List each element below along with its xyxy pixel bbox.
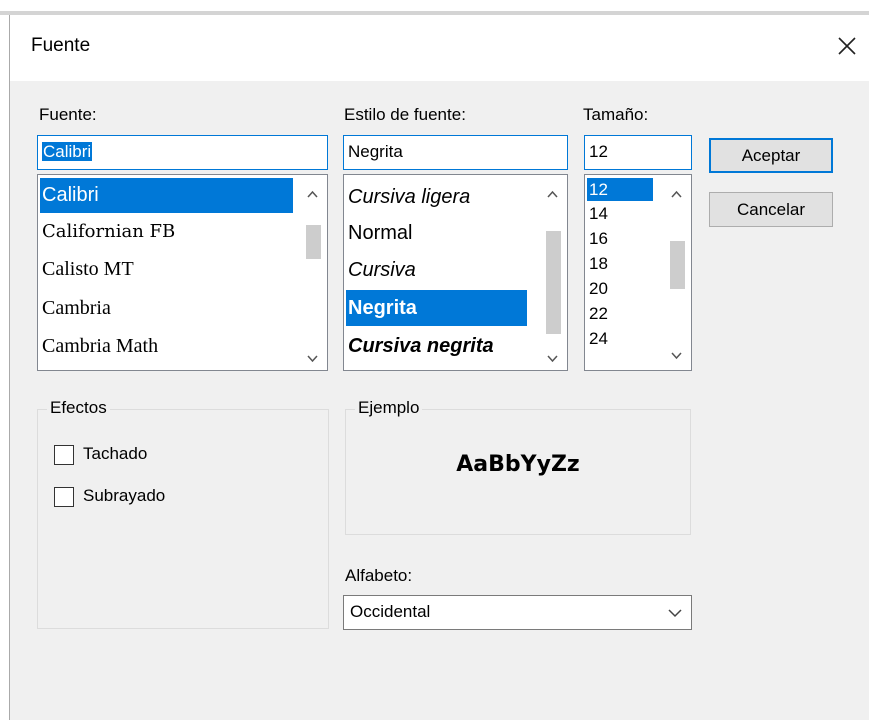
style-list-item-cursiva-negrita[interactable]: Cursiva negrita bbox=[346, 329, 494, 363]
font-style-list[interactable]: Cursiva ligera Normal Cursiva Negrita Cu… bbox=[343, 174, 568, 371]
underline-label[interactable]: Subrayado bbox=[83, 486, 165, 506]
top-strip bbox=[0, 0, 869, 11]
ok-button[interactable]: Aceptar bbox=[709, 138, 833, 173]
cancel-button[interactable]: Cancelar bbox=[709, 192, 833, 227]
font-list[interactable]: Calibri Californian FB Calisto MT Cambri… bbox=[37, 174, 328, 371]
title-bar: Fuente bbox=[10, 15, 869, 81]
effects-label: Efectos bbox=[47, 398, 110, 418]
size-list-item-16[interactable]: 16 bbox=[587, 227, 608, 251]
font-name-input[interactable]: Calibri bbox=[37, 135, 328, 170]
style-list-item-cursiva[interactable]: Cursiva bbox=[346, 253, 416, 287]
chevron-up-icon bbox=[307, 190, 318, 198]
font-size-input[interactable]: 12 bbox=[584, 135, 692, 170]
style-scroll-up-button[interactable] bbox=[539, 182, 566, 206]
size-list-item-24[interactable]: 24 bbox=[587, 327, 608, 351]
size-list-item-20[interactable]: 20 bbox=[587, 277, 608, 301]
font-scroll-thumb[interactable] bbox=[306, 225, 321, 259]
style-label: Estilo de fuente: bbox=[344, 105, 466, 124]
font-list-item-californian-fb[interactable]: Californian FB bbox=[40, 215, 175, 249]
style-scroll-thumb[interactable] bbox=[546, 231, 561, 334]
font-size-list[interactable]: 12 14 16 18 20 22 24 bbox=[584, 174, 692, 371]
chevron-up-icon bbox=[671, 190, 682, 198]
chevron-down-icon bbox=[547, 355, 558, 363]
style-scroll-down-button[interactable] bbox=[539, 346, 566, 370]
font-style-value: Negrita bbox=[348, 142, 403, 161]
size-list-item-12[interactable]: 12 bbox=[587, 178, 653, 201]
font-list-item-calibri[interactable]: Calibri bbox=[40, 178, 293, 213]
font-list-item-calisto-mt[interactable]: Calisto MT bbox=[40, 252, 134, 286]
sample-preview-text: AaBbYyZz bbox=[456, 452, 580, 477]
size-list-item-22[interactable]: 22 bbox=[587, 302, 608, 326]
font-label: Fuente: bbox=[39, 105, 97, 124]
dialog-title: Fuente bbox=[31, 35, 91, 56]
script-label: Alfabeto: bbox=[345, 566, 413, 585]
size-list-item-14[interactable]: 14 bbox=[587, 202, 608, 226]
effects-group: Efectos bbox=[37, 398, 329, 629]
chevron-up-icon bbox=[547, 190, 558, 198]
style-list-item-normal[interactable]: Normal bbox=[346, 216, 412, 250]
size-list-item-18[interactable]: 18 bbox=[587, 252, 608, 276]
close-button[interactable] bbox=[833, 32, 861, 60]
close-icon bbox=[838, 37, 856, 55]
font-size-value: 12 bbox=[589, 142, 608, 161]
size-scroll-down-button[interactable] bbox=[663, 343, 690, 367]
font-scroll-down-button[interactable] bbox=[299, 346, 326, 370]
sample-group: Ejemplo AaBbYyZz bbox=[345, 398, 691, 535]
style-list-item-negrita[interactable]: Negrita bbox=[346, 290, 527, 326]
size-label: Tamaño: bbox=[583, 105, 649, 124]
font-scroll-up-button[interactable] bbox=[299, 182, 326, 206]
size-scroll-thumb[interactable] bbox=[670, 241, 685, 289]
font-list-item-cambria[interactable]: Cambria bbox=[40, 291, 111, 325]
chevron-down-icon bbox=[668, 609, 682, 618]
size-list-scrollbar[interactable] bbox=[663, 176, 690, 369]
chevron-down-icon bbox=[671, 352, 682, 360]
size-scroll-up-button[interactable] bbox=[663, 182, 690, 206]
font-style-input[interactable]: Negrita bbox=[343, 135, 568, 170]
script-dropdown[interactable]: Occidental bbox=[343, 595, 692, 630]
style-list-item-cursiva-ligera[interactable]: Cursiva ligera bbox=[346, 180, 470, 214]
sample-label: Ejemplo bbox=[355, 398, 423, 418]
script-dropdown-value: Occidental bbox=[350, 602, 431, 621]
font-name-value: Calibri bbox=[42, 142, 93, 161]
font-dialog: Fuente Fuente: Calibri Calibri Californi… bbox=[9, 15, 869, 720]
font-list-item-cambria-math[interactable]: Cambria Math bbox=[40, 329, 158, 363]
strikethrough-checkbox[interactable] bbox=[54, 445, 74, 465]
style-list-scrollbar[interactable] bbox=[539, 176, 566, 369]
chevron-down-icon bbox=[307, 355, 318, 363]
strikethrough-label[interactable]: Tachado bbox=[83, 444, 147, 464]
underline-checkbox[interactable] bbox=[54, 487, 74, 507]
font-list-scrollbar[interactable] bbox=[299, 176, 326, 369]
